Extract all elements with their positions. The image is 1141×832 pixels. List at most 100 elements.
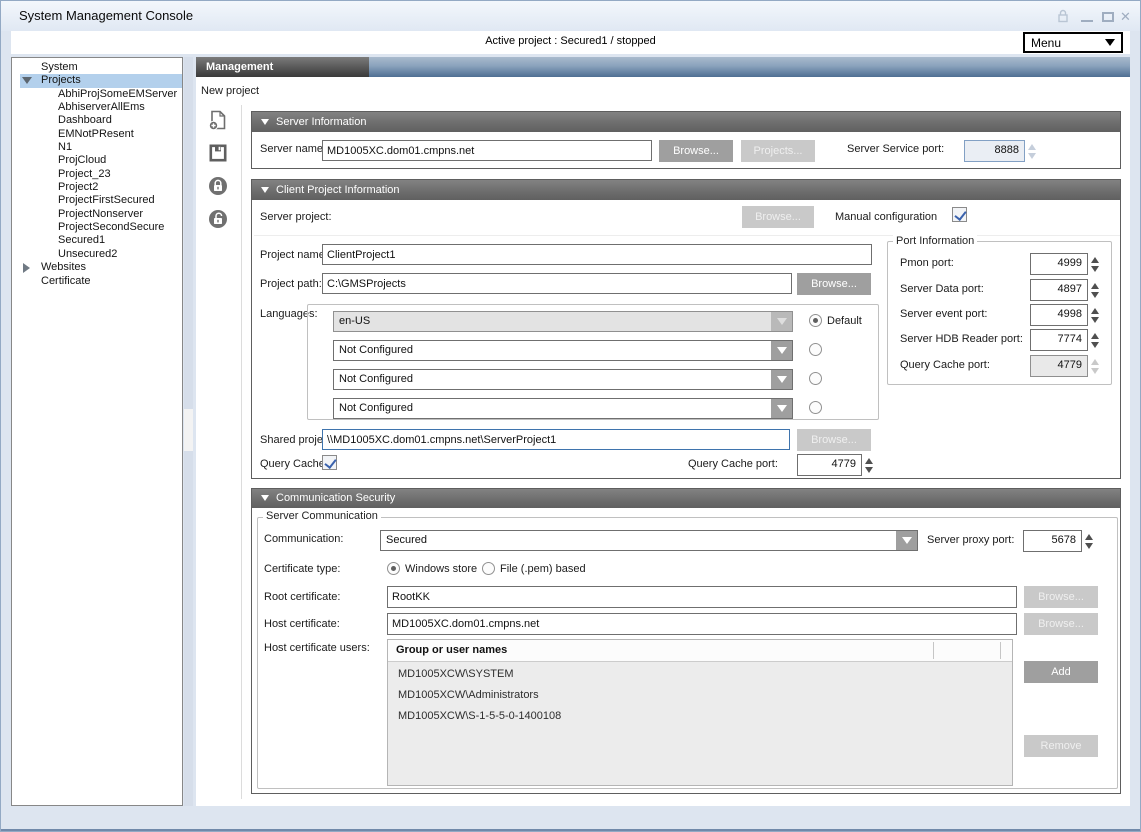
menu-dropdown[interactable]: Menu (1023, 32, 1123, 53)
browse-project-path-button[interactable]: Browse... (797, 273, 871, 295)
collapsed-arrow-icon[interactable] (23, 263, 30, 273)
tree-item[interactable]: Project_23 (12, 168, 182, 181)
default-language-radio-1[interactable] (809, 314, 822, 327)
section-header-server-information[interactable]: Server Information (252, 112, 1120, 132)
language-dropdown-1[interactable]: en-US (333, 311, 793, 332)
spinner-arrows-icon[interactable] (865, 458, 873, 473)
section-header-communication-security[interactable]: Communication Security (252, 489, 1120, 508)
query-cache-checkbox[interactable] (322, 455, 337, 470)
scrollbar-thumb[interactable] (184, 409, 193, 451)
default-language-radio-2[interactable] (809, 343, 822, 356)
tab-management[interactable]: Management (196, 57, 369, 77)
tree-item[interactable]: Dashboard (12, 114, 182, 127)
server-name-input[interactable] (322, 140, 652, 161)
query-cache-port-label: Query Cache port: (900, 359, 990, 371)
row-separator (254, 235, 1120, 236)
server-proxy-port-spinner[interactable]: 5678 (1023, 530, 1093, 552)
tree-item-projects[interactable]: Projects (20, 74, 182, 87)
tree-item[interactable]: Unsecured2 (12, 248, 182, 261)
server-data-port-label: Server Data port: (900, 283, 984, 295)
tree-item[interactable]: ProjectSecondSecure (12, 221, 182, 234)
maximize-button[interactable] (1102, 12, 1114, 22)
lock-closed-icon (207, 175, 229, 197)
spinner-arrows-icon[interactable] (1028, 144, 1036, 159)
lock-project-button[interactable] (205, 173, 231, 199)
tree-item[interactable]: Secured1 (12, 234, 182, 247)
close-button[interactable]: ✕ (1120, 9, 1131, 25)
tree-item-system[interactable]: System (12, 61, 182, 74)
hdb-reader-port-spinner[interactable]: 7774 (1030, 329, 1099, 351)
chevron-down-icon (1105, 39, 1115, 46)
chevron-down-icon[interactable] (771, 370, 792, 389)
pmon-port-spinner[interactable]: 4999 (1030, 253, 1099, 275)
server-event-port-spinner[interactable]: 4998 (1030, 304, 1099, 326)
spinner-arrows-icon[interactable] (1091, 308, 1099, 323)
tree-item[interactable]: ProjectFirstSecured (12, 194, 182, 207)
project-path-input[interactable] (322, 273, 792, 294)
language-dropdown-3[interactable]: Not Configured (333, 369, 793, 390)
language-dropdown-2[interactable]: Not Configured (333, 340, 793, 361)
tree-item[interactable]: ProjectNonserver (12, 208, 182, 221)
tree-item[interactable]: ProjCloud (12, 154, 182, 167)
spinner-arrows-icon[interactable] (1091, 257, 1099, 272)
users-column-header[interactable]: Group or user names (388, 640, 1012, 662)
add-user-button[interactable]: Add (1024, 661, 1098, 683)
list-item[interactable]: MD1005XCW\S-1-5-5-0-1400108 (398, 710, 561, 722)
default-language-radio-3[interactable] (809, 372, 822, 385)
section-header-client-project[interactable]: Client Project Information (252, 180, 1120, 200)
projects-button[interactable]: Projects... (741, 140, 815, 162)
shared-project-path-input[interactable] (322, 429, 790, 450)
section-server-information: Server Information Server name: Browse..… (251, 111, 1121, 169)
browse-server-project-button[interactable]: Browse... (742, 206, 814, 228)
tree-item[interactable]: N1 (12, 141, 182, 154)
tree-item-certificate[interactable]: Certificate (12, 275, 182, 288)
chevron-down-icon[interactable] (896, 531, 917, 550)
host-certificate-input[interactable] (387, 613, 1017, 635)
spinner-arrows-icon[interactable] (1085, 534, 1093, 549)
chevron-down-icon[interactable] (771, 341, 792, 360)
new-project-button[interactable] (205, 107, 231, 133)
title-bar: System Management Console ✕ (1, 1, 1140, 31)
tree-item[interactable]: Project2 (12, 181, 182, 194)
language-dropdown-4[interactable]: Not Configured (333, 398, 793, 419)
root-certificate-input[interactable] (387, 586, 1017, 608)
tree-item[interactable]: AbhiProjSomeEMServer (12, 88, 182, 101)
browse-server-button[interactable]: Browse... (659, 140, 733, 162)
chevron-down-icon[interactable] (771, 399, 792, 418)
collapse-arrow-icon (261, 119, 269, 125)
pem-file-radio[interactable] (482, 562, 495, 575)
navigation-tree: System Projects AbhiProjSomeEMServer Abh… (11, 57, 183, 806)
query-cache-port-row-spinner[interactable]: 4779 (797, 454, 873, 476)
project-name-label: Project name: (260, 249, 328, 261)
host-certificate-users-label: Host certificate users: (264, 642, 370, 654)
project-name-input[interactable] (322, 244, 872, 265)
tree-item[interactable]: AbhiserverAllEms (12, 101, 182, 114)
browse-shared-path-button[interactable]: Browse... (797, 429, 871, 451)
unlock-project-button[interactable] (205, 206, 231, 232)
browse-root-certificate-button[interactable]: Browse... (1024, 586, 1098, 608)
save-button[interactable] (205, 140, 231, 166)
service-port-spinner[interactable]: 8888 (964, 140, 1036, 162)
default-language-radio-4[interactable] (809, 401, 822, 414)
scrollbar[interactable] (184, 57, 193, 806)
query-cache-port-spinner[interactable]: 4779 (1030, 355, 1099, 377)
windows-store-radio[interactable] (387, 562, 400, 575)
spinner-arrows-icon[interactable] (1091, 283, 1099, 298)
remove-user-button[interactable]: Remove (1024, 735, 1098, 757)
spinner-arrows-icon[interactable] (1091, 333, 1099, 348)
list-item[interactable]: MD1005XCW\Administrators (398, 689, 539, 701)
chevron-down-icon[interactable] (771, 312, 792, 331)
spinner-arrows-icon[interactable] (1091, 359, 1099, 374)
service-port-label: Server Service port: (847, 143, 944, 155)
minimize-button[interactable] (1081, 20, 1093, 22)
server-data-port-spinner[interactable]: 4897 (1030, 279, 1099, 301)
communication-dropdown[interactable]: Secured (380, 530, 918, 551)
tree-item[interactable]: EMNotPResent (12, 128, 182, 141)
browse-host-certificate-button[interactable]: Browse... (1024, 613, 1098, 635)
save-icon (208, 143, 228, 163)
list-item[interactable]: MD1005XCW\SYSTEM (398, 668, 514, 680)
manual-configuration-checkbox[interactable] (952, 207, 967, 222)
expanded-arrow-icon[interactable] (22, 77, 32, 84)
tree-item-websites[interactable]: Websites (12, 261, 182, 274)
certificate-users-list[interactable]: Group or user names MD1005XCW\SYSTEM MD1… (387, 639, 1013, 786)
